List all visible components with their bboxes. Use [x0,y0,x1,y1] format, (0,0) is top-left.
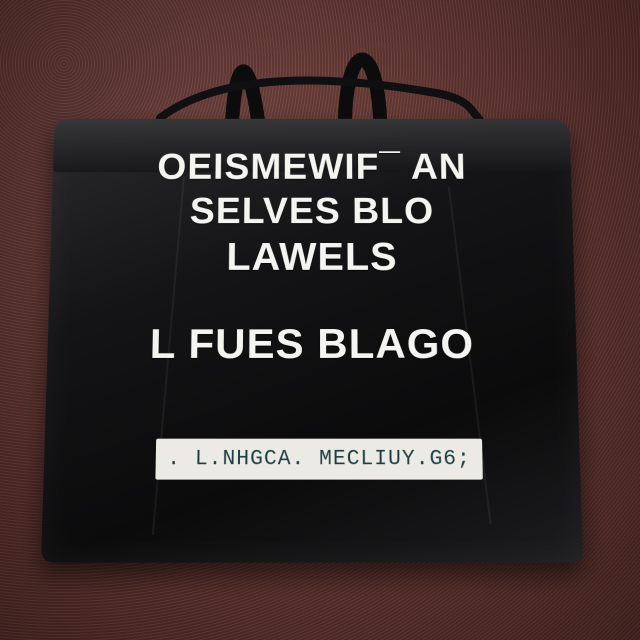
bag-handle-right [338,52,387,125]
bag-strap-long [156,76,484,124]
bag-print-line-4: L FUES BLAGO [149,320,475,367]
bag-print-line-2: SELVES BLO [189,191,435,232]
bag-label-strip: . L.NHGCA. MECLIUY.G6; [155,438,483,480]
bag-handle-left [225,64,265,129]
bag-print-line-1: OEISMEWIF¯ AN [156,147,468,188]
tote-bag: OEISMEWIF¯ AN SELVES BLO LAWELS L FUES B… [40,118,584,563]
bag-print-line-3: LAWELS [226,235,398,279]
bag-label-text: . L.NHGCA. MECLIUY.G6; [167,447,472,471]
